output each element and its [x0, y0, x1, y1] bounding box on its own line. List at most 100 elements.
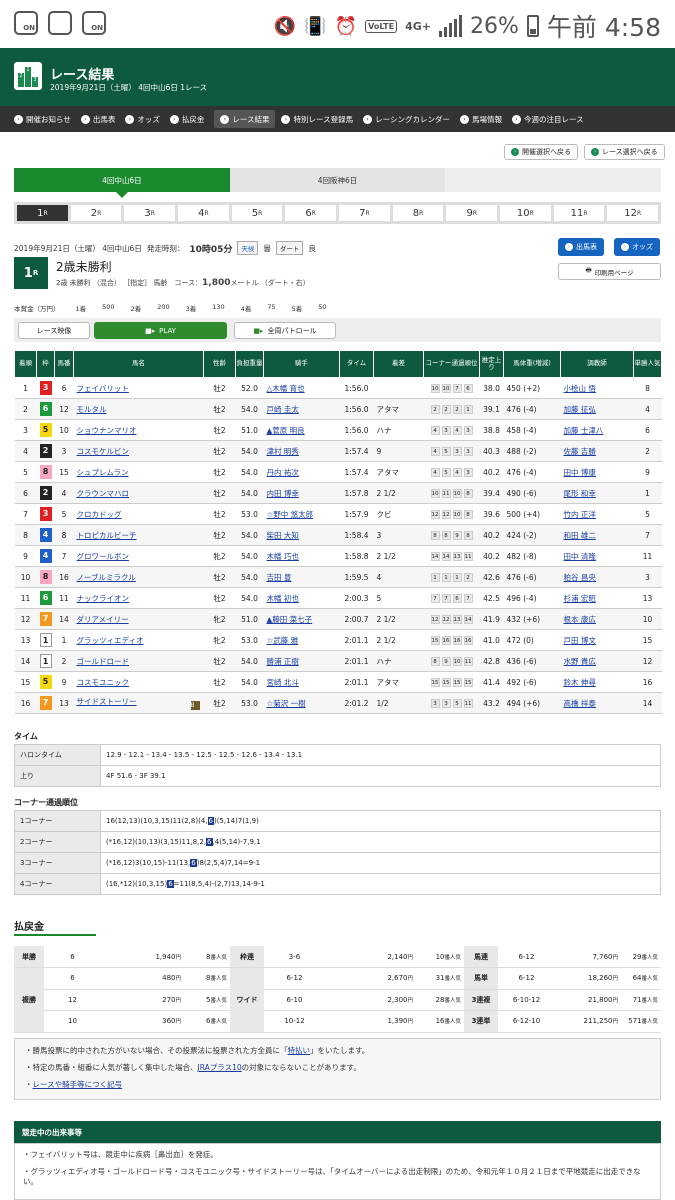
race-video-button[interactable]: レース映像 — [18, 322, 90, 339]
horse-name-link[interactable]: ダリアメイリー — [77, 615, 129, 624]
nav-item-track-info[interactable]: › 馬場情報 — [459, 110, 512, 128]
jockey-link[interactable]: 内田 博幸 — [267, 489, 299, 498]
jockey-link[interactable]: ☆野中 悠太郎 — [267, 510, 314, 519]
trainer-link[interactable]: 加藤 士津八 — [564, 426, 604, 435]
race-tab-10[interactable]: 10 R — [500, 205, 551, 221]
odds-button[interactable]: › オッズ — [614, 238, 660, 256]
body-weight: 432 (+6) — [503, 608, 561, 630]
nav-item-notice[interactable]: › 開催お知らせ — [14, 110, 81, 128]
jockey-link[interactable]: ☆武藤 雅 — [267, 636, 299, 645]
trainer-link[interactable]: 佐藤 吉勝 — [564, 447, 596, 456]
jockey-link[interactable]: ▲藤田 菜七子 — [267, 615, 313, 624]
race-tab-4[interactable]: 4R — [178, 205, 229, 221]
horse-name-link[interactable]: シュプレムラン — [77, 468, 129, 477]
jockey-link[interactable]: 木幡 初也 — [267, 594, 299, 603]
race-tab-3[interactable]: 3R — [124, 205, 176, 221]
table-row: 3 5 10 ショウナンマリオ 牡2 51.0 ▲菅原 明良 1:56.0 ハナ 4 3 4 3 38.8… — [14, 419, 662, 441]
jockey-link[interactable]: 丹内 祐次 — [267, 468, 299, 477]
race-tab-6[interactable]: 6R — [285, 205, 337, 221]
corner-position: 9 — [452, 531, 462, 540]
nav-item-featured[interactable]: › 今週の注目レース — [511, 110, 594, 128]
trainer-link[interactable]: 高橋 祥泰 — [564, 699, 596, 708]
horse-number: 3 — [54, 440, 74, 462]
horse-name-link[interactable]: フェイバリット — [77, 384, 129, 393]
horse-name-link[interactable]: クラウンマハロ — [77, 489, 130, 498]
back-to-meeting-button[interactable]: › 開催選択へ戻る — [504, 144, 578, 160]
jockey-link[interactable]: 木幡 巧也 — [267, 552, 299, 561]
horse-name-link[interactable]: コスモケルビン — [77, 447, 130, 456]
trainer-link[interactable]: 竹内 正洋 — [564, 510, 596, 519]
jockey-link[interactable]: 宮崎 北斗 — [267, 678, 299, 687]
trainer-link[interactable]: 小桧山 悟 — [564, 384, 596, 393]
trainer-link[interactable]: 根本 康広 — [564, 615, 596, 624]
trainer-link[interactable]: 戸田 博文 — [564, 636, 596, 645]
jockey-link[interactable]: 勝浦 正樹 — [267, 657, 299, 666]
payout-amount: 2,140円 — [328, 946, 416, 968]
nav-item-special-entries[interactable]: › 特別レース登録馬 — [281, 110, 363, 128]
horse-name-link[interactable]: モルタル — [77, 405, 107, 414]
payout-row: 単勝 6 1,940円 8番人気 枠連 3-6 2,140円 10番人気 馬連 6-12 7,760… — [14, 946, 661, 968]
race-tab-11[interactable]: 11 R — [553, 205, 605, 221]
jockey-link[interactable]: ▲菅原 明良 — [267, 426, 305, 435]
jockey-link[interactable]: △木幡 育也 — [267, 384, 305, 393]
trainer-link[interactable]: 鈴木 伸尋 — [564, 678, 596, 687]
horse-name-link[interactable]: クロカドッグ — [77, 510, 122, 519]
horse-name-link[interactable]: ナックライオン — [77, 594, 130, 603]
horse-name-cell: グラッツィエディオ — [73, 629, 204, 651]
horse-name-link[interactable]: ノーブルミラクル — [77, 573, 136, 582]
jra-plus10-link[interactable]: JRAプラス10 — [198, 1063, 242, 1072]
race-tab-8[interactable]: 8R — [392, 205, 444, 221]
jockey-cell: 勝浦 正樹 — [263, 650, 340, 672]
trainer-link[interactable]: 粕谷 昌央 — [564, 573, 596, 582]
race-tab-12[interactable]: 12 R — [607, 205, 659, 221]
horse-name-link[interactable]: サイドストーリー — [77, 697, 137, 706]
trainer-link[interactable]: 水野 貴広 — [564, 657, 596, 666]
race-tab-9[interactable]: 9R — [446, 205, 498, 221]
horse-name-link[interactable]: コスモユニック — [77, 678, 130, 687]
race-tab-7[interactable]: 7R — [339, 205, 390, 221]
prize-item: 2着 — [130, 305, 142, 313]
nav-item-results[interactable]: › レース結果 — [214, 110, 276, 128]
jockey-link[interactable]: 柴田 大知 — [267, 531, 299, 540]
corner-positions: 4543 — [423, 461, 480, 483]
horse-number: 12 — [54, 398, 74, 420]
special-payout-link[interactable]: 特払い — [288, 1046, 311, 1055]
trainer-link[interactable]: 田中 博康 — [564, 468, 596, 477]
play-button[interactable]: ■▸ PLAY — [94, 322, 227, 339]
tab-nakayama[interactable]: 4回中山6日 — [14, 168, 230, 198]
horse-name-link[interactable]: ゴールドロード — [77, 657, 130, 666]
corner-position: 12 — [430, 510, 440, 519]
margin: 1/2 — [373, 692, 424, 714]
nav-item-payouts[interactable]: › 払戻金 — [169, 110, 215, 128]
race-tab-5[interactable]: 5R — [231, 205, 283, 221]
trainer-link[interactable]: 和田 雄二 — [564, 531, 596, 540]
nav-item-odds[interactable]: › オッズ — [125, 110, 170, 128]
payout-amount: 211,250円 — [558, 1010, 621, 1033]
horse-name-link[interactable]: グラッツィエディオ — [77, 636, 144, 645]
trainer-link[interactable]: 田中 清隆 — [564, 552, 596, 561]
jockey-link[interactable]: 戸崎 圭太 — [267, 405, 299, 414]
symbols-link[interactable]: レースや騎手等につく記号 — [33, 1080, 123, 1089]
horse-name-link[interactable]: ショウナンマリオ — [77, 426, 137, 435]
race-tab-2[interactable]: 2R — [70, 205, 122, 221]
nav-item-entries[interactable]: › 出馬表 — [80, 110, 126, 128]
jockey-link[interactable]: 津村 明秀 — [267, 447, 299, 456]
race-tab-1[interactable]: 1R — [17, 205, 68, 221]
trainer-link[interactable]: 加藤 征弘 — [564, 405, 596, 414]
entries-button[interactable]: › 出馬表 — [558, 238, 604, 256]
back-to-race-button[interactable]: › レース選択へ戻る — [584, 144, 665, 160]
trainer-link[interactable]: 尾形 和幸 — [564, 489, 596, 498]
print-page-button[interactable]: 🖶 印刷用ページ — [558, 263, 661, 280]
payout-popularity: 10番人気 — [416, 946, 464, 968]
patrol-button[interactable]: ■▸ 全周パトロール — [234, 322, 336, 339]
jockey-link[interactable]: ☆菊沢 一樹 — [267, 699, 306, 708]
last-3f: 42.6 — [479, 566, 504, 588]
tab-hanshin[interactable]: 4回阪神6日 — [229, 168, 446, 192]
horse-name-link[interactable]: グロワールボン — [77, 552, 130, 561]
horse-name-link[interactable]: トロピカルビーチ — [77, 531, 137, 540]
table-row: 14 1 2 ゴールドロード 牡2 54.0 勝浦 正樹 2:01.1 ハナ 8 9 10 11 42.8… — [14, 650, 662, 672]
bet-type-umatan: 馬単 — [464, 967, 498, 990]
jockey-link[interactable]: 吉田 豊 — [267, 573, 292, 582]
nav-item-calendar[interactable]: › レーシングカレンダー — [363, 110, 460, 128]
trainer-link[interactable]: 杉浦 宏昭 — [564, 594, 596, 603]
